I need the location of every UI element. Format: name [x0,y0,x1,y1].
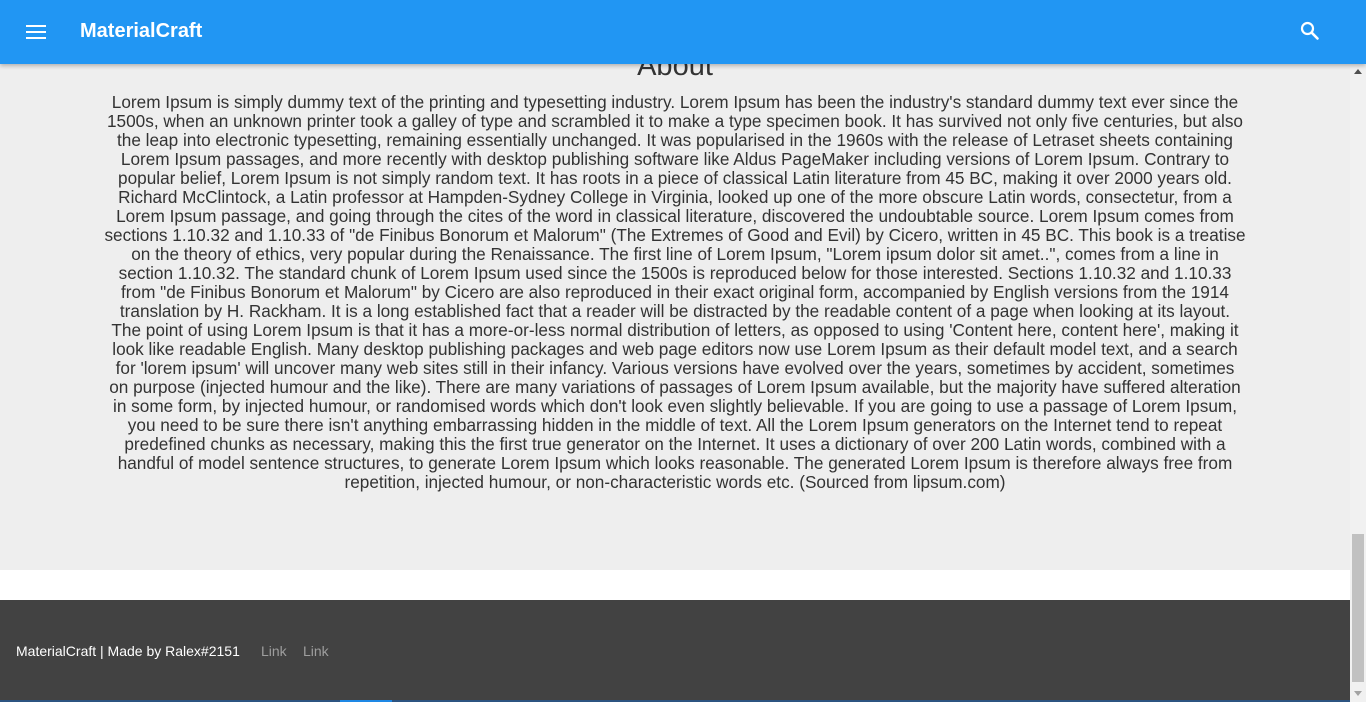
app-bar: MaterialCraft [0,0,1366,64]
page-scrollbar[interactable] [1350,64,1366,702]
footer-link-2[interactable]: Link [303,643,329,659]
search-icon[interactable] [1298,19,1322,43]
footer-credit: MaterialCraft | Made by Ralex#2151 [16,643,240,659]
about-heading: About [637,64,713,82]
section-gap [0,570,1350,600]
app-title[interactable]: MaterialCraft [80,20,202,43]
about-text: Lorem Ipsum is simply dummy text of the … [104,92,1246,492]
footer-link-1[interactable]: Link [261,643,287,659]
scroll-up-icon[interactable] [1354,69,1362,74]
footer: MaterialCraft | Made by Ralex#2151 Link … [0,600,1350,702]
about-section: About Lorem Ipsum is simply dummy text o… [0,64,1350,570]
menu-icon[interactable] [26,22,46,42]
scroll-thumb[interactable] [1352,534,1364,682]
scroll-down-icon[interactable] [1354,691,1362,696]
